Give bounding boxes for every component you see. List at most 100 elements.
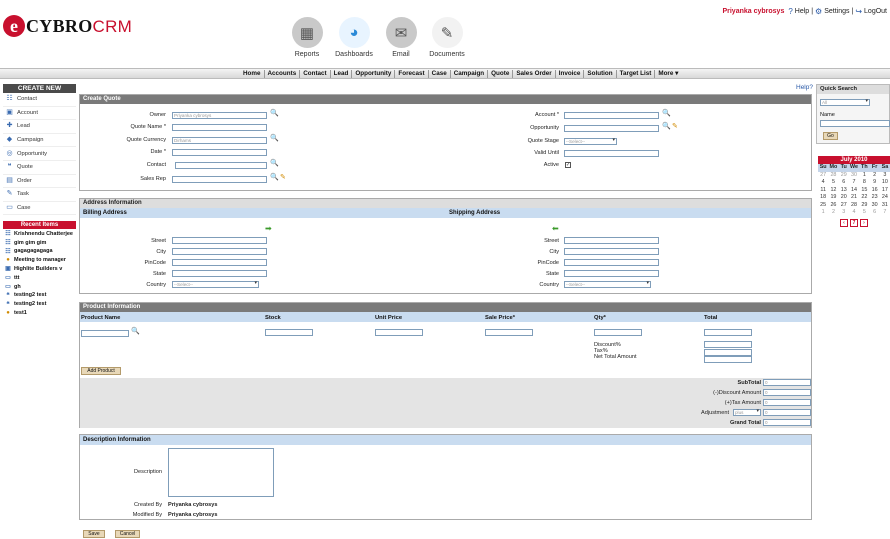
logout-icon[interactable]: ↪: [855, 7, 862, 16]
calendar-day[interactable]: 26: [828, 202, 838, 210]
calendar-day[interactable]: 8: [859, 179, 869, 187]
contact-input[interactable]: [175, 162, 267, 169]
cancel-button[interactable]: Cancel: [115, 530, 140, 538]
go-button[interactable]: Go: [823, 132, 838, 140]
sidebar-item-quote[interactable]: ❝ Quote: [3, 161, 76, 175]
calendar-day[interactable]: 16: [869, 187, 879, 195]
help-icon[interactable]: ?: [788, 7, 792, 16]
menu-solution[interactable]: Solution: [584, 70, 617, 78]
calendar-day[interactable]: 2: [869, 172, 879, 180]
sidebar-item-case[interactable]: ▭ Case: [3, 202, 76, 216]
product-name-input[interactable]: [81, 330, 129, 337]
calendar-day[interactable]: 23: [869, 194, 879, 202]
shipping-pincode-input[interactable]: [564, 259, 659, 266]
copy-right-arrow-icon[interactable]: ➡: [265, 225, 272, 233]
recent-item[interactable]: ▭ gh: [3, 282, 76, 291]
calendar-day[interactable]: 3: [839, 209, 849, 217]
help-link[interactable]: Help?: [796, 84, 813, 91]
calendar-day[interactable]: 14: [849, 187, 859, 195]
grand-total-input[interactable]: 0: [763, 419, 811, 426]
sidebar-item-order[interactable]: ▤ Order: [3, 175, 76, 189]
tax-percent-input[interactable]: [704, 349, 752, 356]
search-icon[interactable]: 🔍: [270, 110, 279, 117]
sale-price-input[interactable]: [485, 329, 533, 336]
recent-item[interactable]: ▣ Highlite Builders v: [3, 265, 76, 274]
calendar-day[interactable]: 12: [828, 187, 838, 195]
menu-lead[interactable]: Lead: [331, 70, 353, 78]
prev-month-button[interactable]: ‹: [840, 219, 848, 228]
menu-home[interactable]: Home: [240, 70, 265, 78]
menu-case[interactable]: Case: [429, 70, 451, 78]
quick-search-input[interactable]: [820, 120, 890, 127]
clear-pencil-icon[interactable]: ✎: [672, 123, 678, 130]
description-textarea[interactable]: [168, 448, 274, 497]
discount-amount-input[interactable]: 0: [763, 389, 811, 396]
quote-stage-select[interactable]: --Select--: [564, 138, 617, 145]
menu-sales-order[interactable]: Sales Order: [513, 70, 556, 78]
clear-pencil-icon[interactable]: ✎: [280, 174, 286, 181]
quote-currency-field[interactable]: Dirhams: [172, 137, 267, 144]
stock-input[interactable]: [265, 329, 313, 336]
calendar-day[interactable]: 1: [859, 172, 869, 180]
today-button[interactable]: 7: [850, 219, 858, 228]
calendar-day[interactable]: 1: [818, 209, 828, 217]
tax-amount-input[interactable]: 0: [763, 399, 811, 406]
sidebar-item-opportunity[interactable]: ◎ Opportunity: [3, 147, 76, 161]
calendar-day[interactable]: 13: [839, 187, 849, 195]
calendar-day[interactable]: 10: [880, 179, 890, 187]
shipping-city-input[interactable]: [564, 248, 659, 255]
calendar-day[interactable]: 7: [880, 209, 890, 217]
calendar-day[interactable]: 27: [818, 172, 828, 180]
calendar-day[interactable]: 24: [880, 194, 890, 202]
search-icon[interactable]: 🔍: [270, 160, 279, 167]
billing-country-select[interactable]: --Select--: [172, 281, 259, 288]
calendar-day[interactable]: 17: [880, 187, 890, 195]
calendar-day[interactable]: 20: [839, 194, 849, 202]
calendar-day[interactable]: 5: [859, 209, 869, 217]
menu-opportunity[interactable]: Opportunity: [352, 70, 396, 78]
copy-left-arrow-icon[interactable]: ⬅: [552, 225, 559, 233]
quote-name-input[interactable]: [172, 124, 267, 131]
calendar-day[interactable]: 15: [859, 187, 869, 195]
total-input[interactable]: [704, 329, 752, 336]
sidebar-item-account[interactable]: ▣ Account: [3, 107, 76, 121]
owner-field[interactable]: Priyanka cybrosys: [172, 112, 267, 119]
logout-link[interactable]: LogOut: [864, 8, 887, 15]
sidebar-item-contact[interactable]: ☷ Contact: [3, 93, 76, 107]
calendar-day[interactable]: 4: [849, 209, 859, 217]
calendar-day[interactable]: 21: [849, 194, 859, 202]
adjustment-type-select[interactable]: plus: [733, 409, 761, 416]
search-icon[interactable]: 🔍: [662, 110, 671, 117]
unit-price-input[interactable]: [375, 329, 423, 336]
calendar-day[interactable]: 27: [839, 202, 849, 210]
search-icon[interactable]: 🔍: [662, 123, 671, 130]
recent-item[interactable]: ☷ Krishnendu Chatterjee: [3, 229, 76, 238]
account-input[interactable]: [564, 112, 659, 119]
documents-button[interactable]: ✎ Documents: [417, 17, 477, 58]
active-checkbox[interactable]: ✓: [565, 162, 571, 168]
menu-target-list[interactable]: Target List: [617, 70, 656, 78]
valid-until-input[interactable]: [564, 150, 659, 157]
calendar-day[interactable]: 6: [839, 179, 849, 187]
sidebar-item-campaign[interactable]: ◆ Campaign: [3, 134, 76, 148]
calendar-day[interactable]: 28: [849, 202, 859, 210]
adjustment-input[interactable]: 0: [763, 409, 811, 416]
calendar-day[interactable]: 25: [818, 202, 828, 210]
menu-campaign[interactable]: Campaign: [451, 70, 489, 78]
calendar-day[interactable]: 18: [818, 194, 828, 202]
settings-link[interactable]: Settings: [824, 8, 849, 15]
calendar-day[interactable]: 3: [880, 172, 890, 180]
recent-item[interactable]: ❝ testing2 test: [3, 291, 76, 300]
quick-search-module-select[interactable]: All: [820, 99, 870, 106]
sidebar-item-task[interactable]: ✎ Task: [3, 188, 76, 202]
discount-percent-input[interactable]: [704, 341, 752, 348]
menu-more[interactable]: More ▾: [655, 70, 681, 78]
shipping-country-select[interactable]: --Select--: [564, 281, 651, 288]
shipping-street-input[interactable]: [564, 237, 659, 244]
search-icon[interactable]: 🔍: [270, 135, 279, 142]
calendar-day[interactable]: 28: [828, 172, 838, 180]
next-month-button[interactable]: ›: [860, 219, 868, 228]
menu-contact[interactable]: Contact: [300, 70, 331, 78]
calendar-day[interactable]: 5: [828, 179, 838, 187]
billing-pincode-input[interactable]: [172, 259, 267, 266]
